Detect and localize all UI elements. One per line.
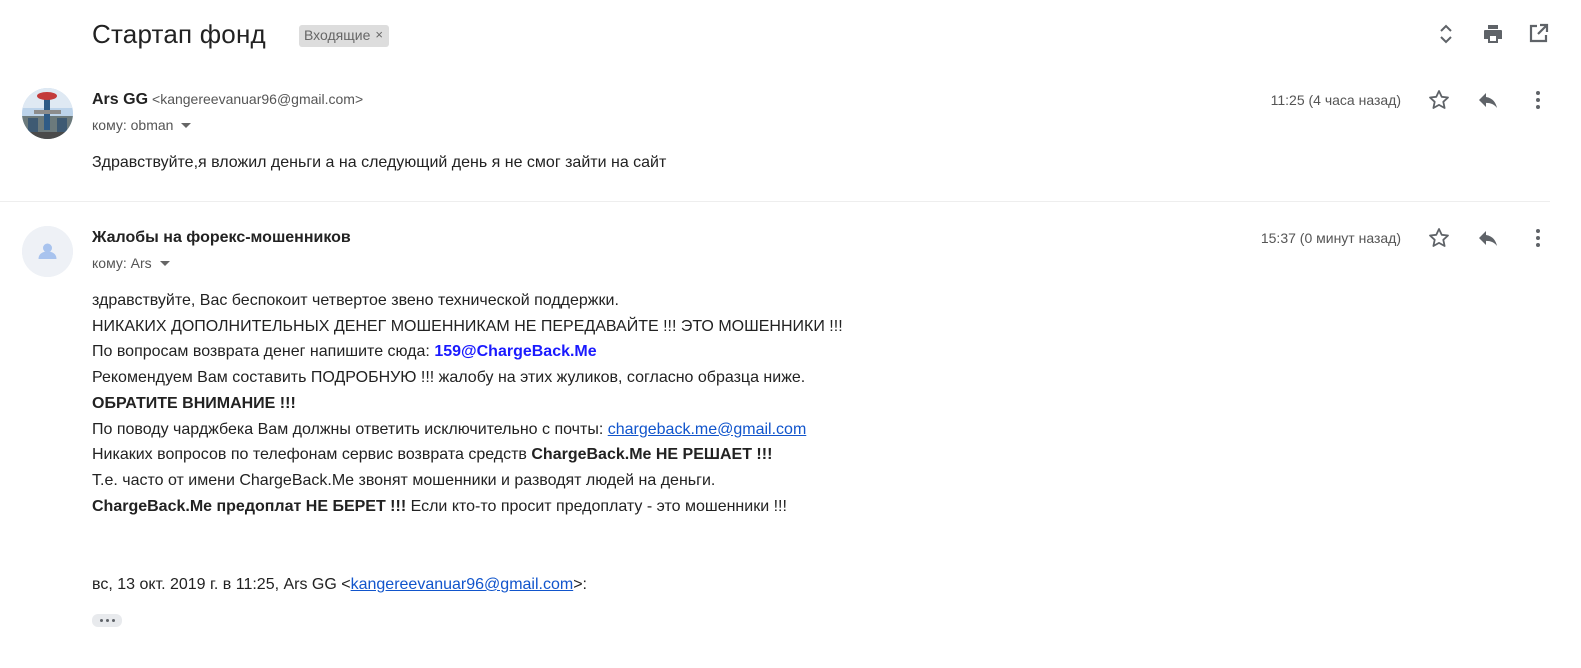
body-bold-segment: ChargeBack.Me предоплат НЕ БЕРЕТ !!! [92,497,407,515]
message-divider [0,201,1550,202]
body-line: ОБРАТИТЕ ВНИМАНИЕ !!! [92,394,296,412]
more-options-icon[interactable] [1526,88,1550,112]
body-line: По вопросам возврата денег напишите сюда… [92,339,843,365]
sender-email: <kangereevanuar96@gmail.com> [152,91,364,107]
body-line: здравствуйте, Вас беспокоит четвертое зв… [92,292,619,309]
thread-subject: Стартап фонд [92,19,266,49]
reply-icon[interactable] [1476,88,1500,112]
message-body: здравствуйте, Вас беспокоит четвертое зв… [92,288,843,519]
body-line: НИКАКИХ ДОПОЛНИТЕЛЬНЫХ ДЕНЕГ МОШЕННИКАМ … [92,317,843,335]
recipient-line[interactable]: кому: Ars [92,255,170,271]
body-text-segment: По поводу чарджбека Вам должны ответить … [92,420,608,438]
label-chip-text: Входящие [304,27,371,43]
body-bold-segment: ChargeBack.Me НЕ РЕШАЕТ !!! [531,446,773,464]
chevron-down-icon[interactable] [159,260,170,266]
sender-name[interactable]: Ars GG [92,91,148,108]
star-icon[interactable] [1427,226,1451,250]
body-text-segment: По вопросам возврата денег напишите сюда… [92,343,435,361]
avatar-placeholder [22,226,73,277]
reply-icon[interactable] [1476,226,1500,250]
body-text-segment: Никаких вопросов по телефонам сервис воз… [92,446,532,464]
avatar [22,88,73,139]
dot [111,619,115,622]
label-chip-inbox[interactable]: Входящие × [299,25,389,47]
dot [99,619,103,622]
quote-suffix: >: [573,576,587,593]
sender-name[interactable]: Жалобы на форекс-мошенников [92,229,351,246]
more-options-icon[interactable] [1526,226,1550,250]
subject-row: Стартап фонд Входящие × [0,0,1581,72]
quote-email-link[interactable]: kangereevanuar96@gmail.com [351,576,574,593]
recipient-text: кому: obman [92,117,174,133]
body-line: Т.е. часто от имени ChargeBack.Me звонят… [92,471,716,489]
sender-line: Ars GG <kangereevanuar96@gmail.com> [92,91,363,109]
remove-label-icon[interactable]: × [375,27,383,42]
body-line: Никаких вопросов по телефонам сервис воз… [92,442,843,468]
message-time: 11:25 (4 часа назад) [1270,92,1401,108]
print-icon[interactable] [1481,22,1505,46]
open-in-new-window-icon[interactable] [1526,22,1550,46]
chevron-down-icon[interactable] [181,122,192,128]
star-icon[interactable] [1427,88,1451,112]
refund-email-link[interactable]: 159@ChargeBack.Me [434,343,596,360]
expand-collapse-icon[interactable] [1434,22,1458,46]
message-body: Здравствуйте,я вложил деньги а на следую… [92,154,667,171]
chargeback-email-link[interactable]: chargeback.me@gmail.com [608,421,807,438]
body-line: ChargeBack.Me предоплат НЕ БЕРЕТ !!! Есл… [92,494,843,520]
body-line: Рекомендуем Вам составить ПОДРОБНУЮ !!! … [92,369,806,387]
show-trimmed-content-button[interactable] [92,614,122,627]
recipient-text: кому: Ars [92,255,152,271]
body-text-segment: Если кто-то просит предоплату - это моше… [406,497,787,515]
quote-prefix: вс, 13 окт. 2019 г. в 11:25, Ars GG < [92,576,351,593]
recipient-line[interactable]: кому: obman [92,117,192,133]
message-time: 15:37 (0 минут назад) [1260,230,1401,246]
quote-header: вс, 13 окт. 2019 г. в 11:25, Ars GG <kan… [92,572,587,598]
sender-line: Жалобы на форекс-мошенников [92,229,351,247]
dot [105,619,109,622]
body-line: По поводу чарджбека Вам должны ответить … [92,417,843,443]
